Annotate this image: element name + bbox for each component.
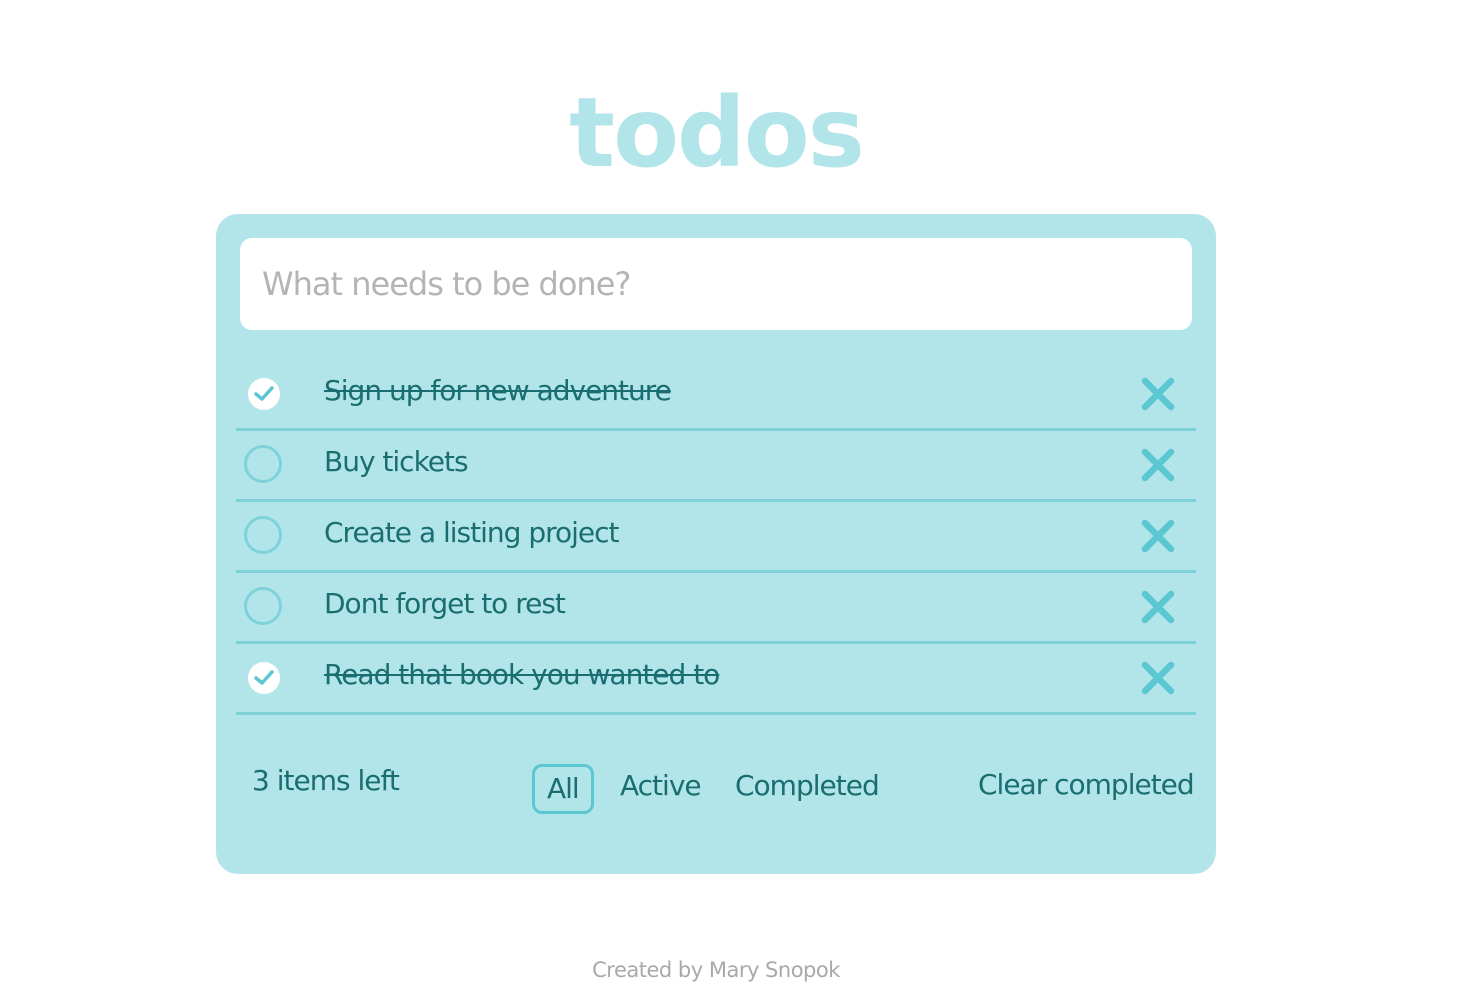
todo-label[interactable]: Buy tickets [324,445,469,478]
todo-card: Sign up for new adventure Buy tickets Cr… [216,214,1216,874]
app-title: todos [569,77,865,189]
todo-item: Sign up for new adventure [236,360,1196,431]
todo-item: Read that book you wanted to [236,644,1196,715]
todo-item: Create a listing project [236,502,1196,573]
todo-footer: 3 items left All Active Completed Clear … [216,760,1216,820]
todo-app: todos Sign up for new adventure [0,0,1460,1004]
clear-completed-button[interactable]: Clear completed [978,768,1195,801]
todo-label[interactable]: Sign up for new adventure [324,374,672,407]
close-icon[interactable] [1140,660,1176,696]
toggle-checkbox[interactable] [244,445,282,483]
close-icon[interactable] [1140,589,1176,625]
close-icon[interactable] [1140,376,1176,412]
filter-active[interactable]: Active [608,764,713,814]
check-icon [254,386,274,401]
todo-label[interactable]: Read that book you wanted to [324,658,720,691]
close-icon[interactable] [1140,518,1176,554]
todo-label[interactable]: Create a listing project [324,516,619,549]
toggle-checkbox[interactable] [244,516,282,554]
check-icon [254,670,274,685]
toggle-checkbox[interactable] [248,662,280,694]
filter-all[interactable]: All [532,764,594,814]
items-left-count: 3 items left [252,764,400,797]
todo-item: Dont forget to rest [236,573,1196,644]
new-todo-input[interactable] [260,264,1172,304]
todo-list: Sign up for new adventure Buy tickets Cr… [236,360,1196,715]
toggle-checkbox[interactable] [244,587,282,625]
toggle-checkbox[interactable] [248,378,280,410]
todo-item: Buy tickets [236,431,1196,502]
filter-completed[interactable]: Completed [723,764,891,814]
close-icon[interactable] [1140,447,1176,483]
new-todo-field[interactable] [240,238,1192,330]
credit-text: Created by Mary Snopok [592,958,840,982]
todo-label[interactable]: Dont forget to rest [324,587,566,620]
